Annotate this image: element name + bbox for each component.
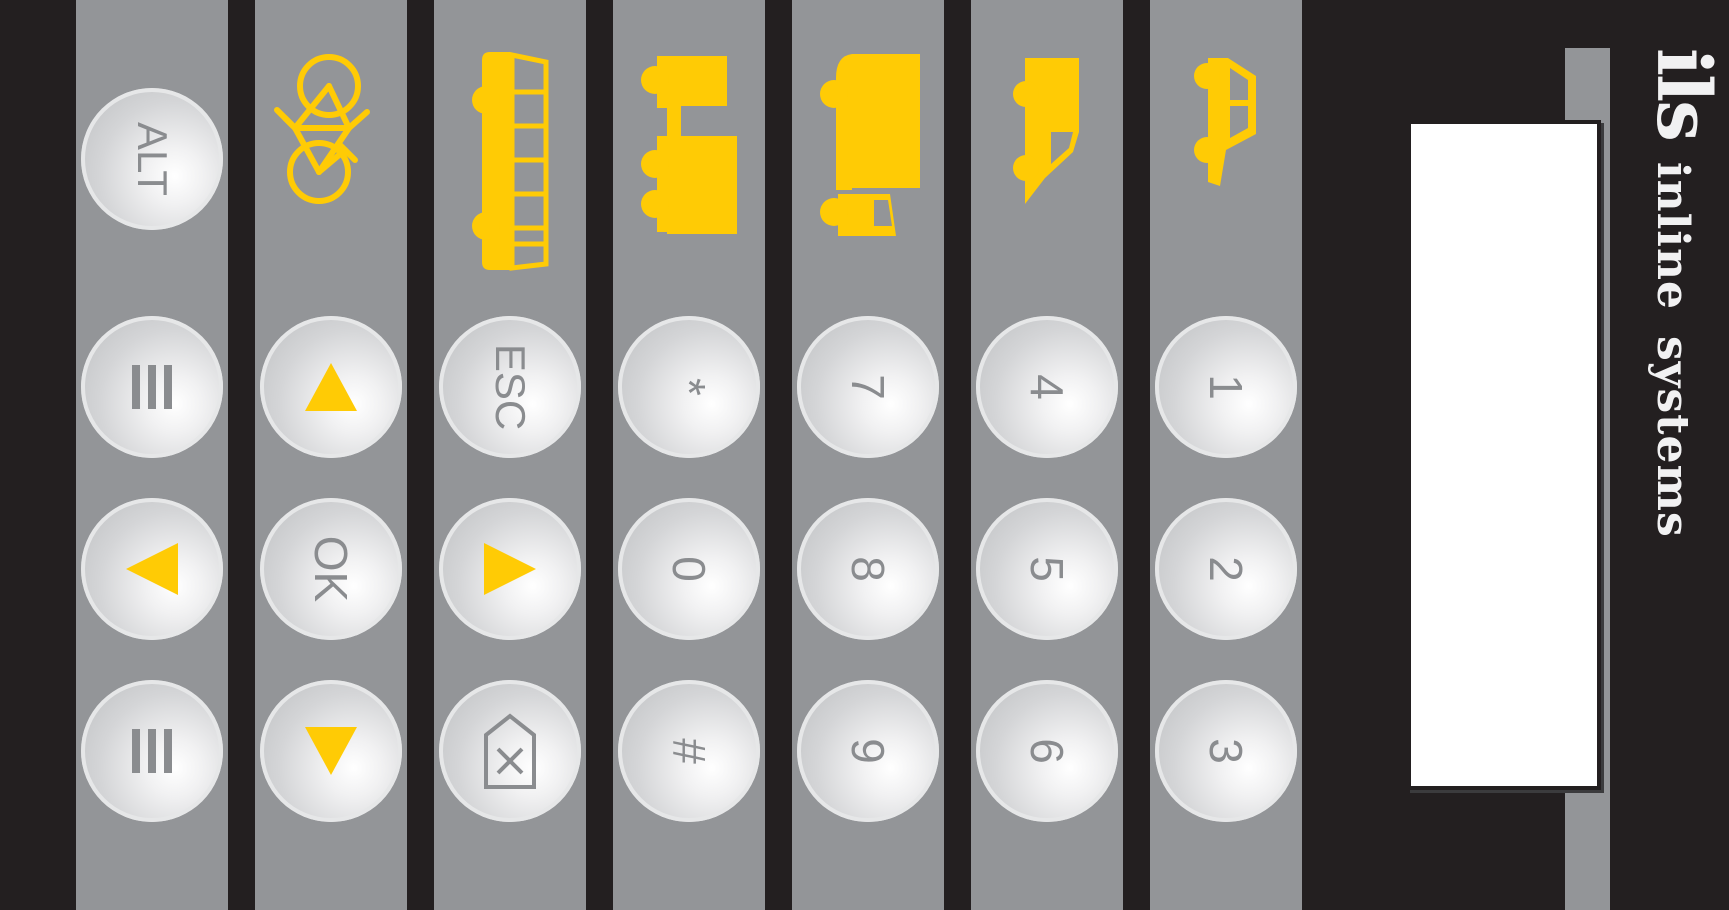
bus-icon bbox=[472, 51, 549, 271]
left-arrow-key[interactable] bbox=[81, 498, 223, 640]
car-icon bbox=[1194, 58, 1256, 186]
menu-key-bottom[interactable] bbox=[81, 680, 223, 822]
five-key[interactable]: 5 bbox=[976, 498, 1118, 640]
arrow-down-icon bbox=[305, 727, 357, 775]
one-key[interactable]: 1 bbox=[1155, 316, 1297, 458]
two-key[interactable]: 2 bbox=[1155, 498, 1297, 640]
zero-key[interactable]: 0 bbox=[618, 498, 760, 640]
delete-icon bbox=[484, 713, 536, 789]
eight-key[interactable]: 8 bbox=[797, 498, 939, 640]
articulated-truck-icon bbox=[641, 56, 737, 234]
hash-key[interactable]: # bbox=[618, 680, 760, 822]
key-column-1: ALT bbox=[76, 0, 228, 910]
bicycle-icon bbox=[274, 54, 370, 204]
truck-icon bbox=[820, 54, 920, 236]
key-column-7: 1 2 3 bbox=[1150, 0, 1302, 910]
down-arrow-key[interactable] bbox=[260, 680, 402, 822]
up-arrow-key[interactable] bbox=[260, 316, 402, 458]
menu-key-top[interactable] bbox=[81, 316, 223, 458]
arrow-up-icon bbox=[305, 363, 357, 411]
nine-key[interactable]: 9 bbox=[797, 680, 939, 822]
key-column-3: ESC bbox=[434, 0, 586, 910]
right-arrow-key[interactable] bbox=[439, 498, 581, 640]
brand-logo-mark: ils bbox=[1640, 48, 1726, 140]
seven-key[interactable]: 7 bbox=[797, 316, 939, 458]
brand-logo: ils inline systems bbox=[1628, 48, 1726, 568]
key-column-4: * 0 # bbox=[613, 0, 765, 910]
alt-key[interactable]: ALT bbox=[81, 88, 223, 230]
arrow-right-icon bbox=[484, 543, 536, 595]
key-column-2: OK bbox=[255, 0, 407, 910]
menu-lines-icon bbox=[132, 729, 172, 773]
star-key[interactable]: * bbox=[618, 316, 760, 458]
brand-name-inline: inline bbox=[1647, 161, 1698, 311]
van-icon bbox=[1013, 58, 1079, 204]
arrow-left-icon bbox=[126, 543, 178, 595]
menu-lines-icon bbox=[132, 365, 172, 409]
esc-key[interactable]: ESC bbox=[439, 316, 581, 458]
lcd-display bbox=[1407, 120, 1601, 790]
six-key[interactable]: 6 bbox=[976, 680, 1118, 822]
brand-name-systems: systems bbox=[1647, 336, 1698, 538]
three-key[interactable]: 3 bbox=[1155, 680, 1297, 822]
key-column-6: 4 5 6 bbox=[971, 0, 1123, 910]
key-column-5: 7 8 9 bbox=[792, 0, 944, 910]
delete-key[interactable] bbox=[439, 680, 581, 822]
four-key[interactable]: 4 bbox=[976, 316, 1118, 458]
ok-key[interactable]: OK bbox=[260, 498, 402, 640]
